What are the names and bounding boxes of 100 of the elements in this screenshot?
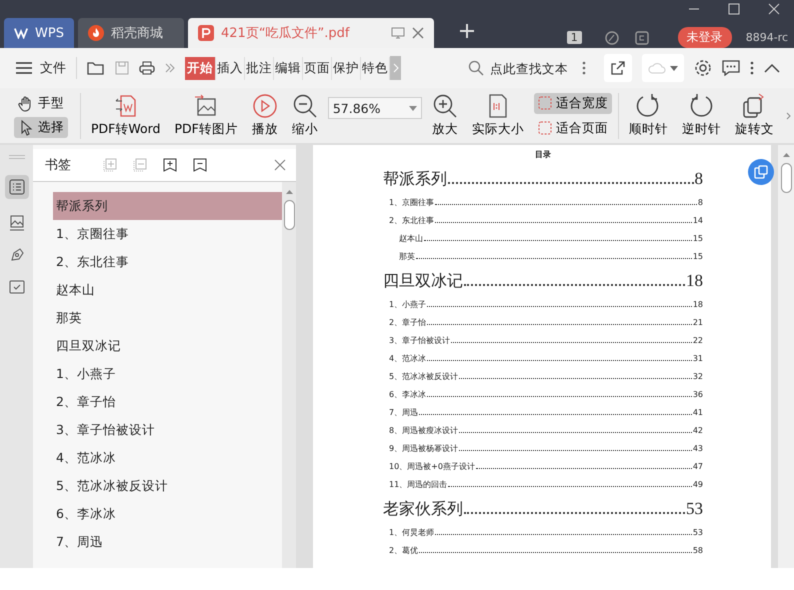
- more-vertical-icon[interactable]: [582, 61, 586, 75]
- toc-entry-title[interactable]: 赵本山: [399, 230, 423, 248]
- more-icon[interactable]: [165, 63, 175, 73]
- toolbar-button[interactable]: 顺时针: [624, 93, 672, 138]
- bookmark-item[interactable]: 6、李冰冰: [53, 500, 282, 528]
- toolbar-button[interactable]: 旋转文: [730, 93, 778, 138]
- caret-icon[interactable]: [670, 66, 678, 70]
- box-icon[interactable]: [634, 30, 650, 46]
- collapse-icon[interactable]: [764, 63, 780, 73]
- ribbon-tab[interactable]: 保护: [332, 56, 361, 80]
- ribbon-tab[interactable]: 页面: [303, 56, 332, 80]
- bookmark-item[interactable]: 3、章子怡被设计: [53, 416, 282, 444]
- scrollbar-thumb[interactable]: [284, 200, 294, 230]
- ribbon-tab[interactable]: 插入: [216, 56, 245, 80]
- toolbar-button[interactable]: 放大: [428, 93, 462, 138]
- copy-icon[interactable]: [754, 165, 768, 179]
- toc-entry-title[interactable]: 6、李冰冰: [389, 386, 426, 404]
- bookmark-item[interactable]: 四旦双冰记: [53, 332, 282, 360]
- zoom-dropdown[interactable]: 57.86%: [328, 97, 422, 119]
- toolbar-button[interactable]: 播放: [248, 93, 282, 138]
- toolbar-button[interactable]: PDF转图片: [170, 93, 242, 138]
- scrollbar[interactable]: [282, 182, 296, 568]
- toolbar-button[interactable]: 缩小: [288, 93, 322, 138]
- toolbar-button[interactable]: 实际大小: [468, 93, 528, 138]
- caret-icon[interactable]: [408, 106, 417, 110]
- share-button[interactable]: [604, 54, 632, 82]
- toc-entry-title[interactable]: 老家伙系列: [383, 494, 463, 524]
- login-button[interactable]: 未登录: [678, 27, 732, 48]
- toc-entry-title[interactable]: 1、京圈往事: [389, 194, 434, 212]
- share-icon[interactable]: [610, 60, 626, 76]
- bookmark-item[interactable]: 赵本山: [53, 276, 282, 304]
- toc-entry-title[interactable]: 5、范冰冰被反设计: [389, 368, 458, 386]
- remove-bookmark-icon[interactable]: [193, 158, 207, 172]
- close-icon[interactable]: [768, 3, 780, 15]
- tab[interactable]: WPS: [4, 18, 74, 48]
- scroll-up-icon[interactable]: [782, 153, 790, 157]
- rotate-counterclockwise-icon[interactable]: [688, 93, 714, 119]
- menu-icon[interactable]: [16, 62, 32, 74]
- close-icon[interactable]: [412, 27, 424, 39]
- toc-entry-title[interactable]: 四旦双冰记: [383, 266, 463, 296]
- bookmark-item[interactable]: 1、小燕子: [53, 360, 282, 388]
- bookmark-item[interactable]: 7、周迅: [53, 528, 282, 556]
- page-count-badge[interactable]: 1: [566, 31, 582, 44]
- toc-entry-title[interactable]: 1、何炅老师: [389, 524, 434, 542]
- tab[interactable]: 稻壳商城: [78, 18, 184, 48]
- tab[interactable]: 421页“吃瓜文件”.pdf: [188, 18, 434, 48]
- more-vertical-icon[interactable]: [750, 61, 754, 75]
- settings-icon[interactable]: [694, 59, 712, 77]
- play-icon[interactable]: [252, 93, 278, 119]
- toc-entry-title[interactable]: 10、周迅被+0燕子设计: [389, 458, 475, 476]
- ribbon-tab[interactable]: 批注: [245, 56, 274, 80]
- toc-entry-title[interactable]: 那英: [399, 248, 415, 266]
- image-icon[interactable]: [8, 215, 24, 231]
- toc-entry-title[interactable]: 2、东北往事: [389, 212, 434, 230]
- new-tab-icon[interactable]: [460, 24, 474, 38]
- scrollbar[interactable]: [778, 145, 794, 568]
- comment-icon[interactable]: [722, 60, 740, 76]
- tool-button[interactable]: 手型: [14, 93, 68, 114]
- fit-button[interactable]: 适合页面: [534, 118, 612, 138]
- toc-entry-title[interactable]: 1、小燕子: [389, 296, 426, 314]
- file-menu[interactable]: 文件: [40, 59, 66, 77]
- add-bookmark-icon[interactable]: [163, 158, 177, 172]
- scrollbar-thumb[interactable]: [780, 163, 792, 193]
- toc-entry-title[interactable]: 3、章子怡被设计: [389, 332, 450, 350]
- bookmark-item[interactable]: 1、京圈往事: [53, 220, 282, 248]
- monitor-icon[interactable]: [391, 27, 405, 39]
- rotate-clockwise-icon[interactable]: [635, 93, 662, 119]
- close-icon[interactable]: [274, 159, 286, 171]
- bookmark-item[interactable]: 那英: [53, 304, 282, 332]
- toolbar-button[interactable]: 逆时针: [678, 93, 725, 138]
- toc-entry-title[interactable]: 帮派系列: [383, 164, 447, 194]
- zoom-in-icon[interactable]: [432, 93, 458, 119]
- dashed-frame-icon[interactable]: [538, 121, 552, 135]
- scroll-right-icon[interactable]: [786, 112, 791, 120]
- printer-icon[interactable]: [139, 61, 155, 75]
- tool-button[interactable]: 选择: [14, 117, 68, 138]
- ribbon-tab[interactable]: 开始: [185, 56, 216, 80]
- user-name[interactable]: 8894-rc: [746, 31, 788, 44]
- toc-entry-title[interactable]: 2、章子怡: [389, 314, 426, 332]
- bookmark-item[interactable]: 帮派系列: [53, 192, 282, 220]
- pen-icon[interactable]: [8, 247, 24, 263]
- toc-entry-title[interactable]: 4、范冰冰: [389, 350, 426, 368]
- folder-icon[interactable]: [87, 61, 105, 75]
- list-icon[interactable]: [8, 179, 24, 195]
- toolbar-button[interactable]: PDF转Word: [87, 93, 164, 138]
- scroll-up-icon[interactable]: [286, 190, 292, 194]
- bookmark-list-button[interactable]: [4, 175, 28, 199]
- bookmark-item[interactable]: 2、东北往事: [53, 248, 282, 276]
- search-field[interactable]: 点此查找文本: [468, 60, 572, 76]
- toc-entry-title[interactable]: 2、葛优: [389, 542, 418, 560]
- bookmark-item[interactable]: 5、范冰冰被反设计: [53, 472, 282, 500]
- checkbox-icon[interactable]: [8, 279, 24, 295]
- toc-entry-title[interactable]: 8、周迅被瘦冰设计: [389, 422, 458, 440]
- bookmark-item[interactable]: 4、范冰冰: [53, 444, 282, 472]
- toc-entry-title[interactable]: 7、周迅: [389, 404, 418, 422]
- toc-entry-title[interactable]: 11、周迅的回击: [389, 476, 448, 494]
- zoom-out-icon[interactable]: [292, 93, 318, 119]
- bookmark-item[interactable]: 2、章子怡: [53, 388, 282, 416]
- maximize-icon[interactable]: [728, 3, 740, 15]
- toc-entry-title[interactable]: 9、周迅被杨幂设计: [389, 440, 458, 458]
